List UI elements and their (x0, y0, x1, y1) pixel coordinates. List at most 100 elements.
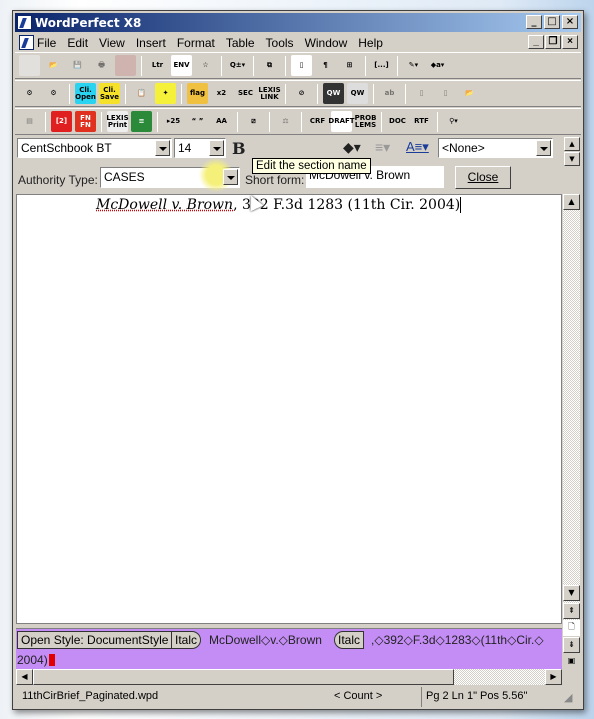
lexis-link-icon[interactable]: LEXIS LINK (258, 83, 280, 104)
menu-edit[interactable]: Edit (67, 36, 88, 50)
star-icon[interactable]: ☆ (195, 55, 216, 76)
font-size-select[interactable]: 14 (174, 138, 226, 158)
footnote-icon[interactable]: [2] (51, 111, 72, 132)
insert-page-icon[interactable]: ⊞ (339, 55, 360, 76)
italic-off-code[interactable]: Italc (334, 631, 365, 649)
draft-icon[interactable]: DRAFT (328, 111, 355, 132)
menu-table[interactable]: Table (226, 36, 255, 50)
save-icon[interactable]: 💾 (67, 55, 88, 76)
open-folder-icon[interactable]: 📂 (43, 55, 64, 76)
qw-icon[interactable]: QW (323, 83, 344, 104)
menu-view[interactable]: View (99, 36, 125, 50)
ab-icon[interactable]: ab (379, 83, 400, 104)
close-window-button[interactable]: × (562, 15, 578, 29)
scroll-up-arrow[interactable]: ▲ (563, 194, 580, 210)
reveal-codes-pane[interactable]: Open Style: DocumentStyle Italc McDowell… (16, 628, 562, 669)
compare-icon[interactable]: ⧄ (243, 111, 264, 132)
chevron-down-icon[interactable] (155, 140, 170, 156)
justify-button[interactable]: ≡▾ (375, 139, 390, 156)
doc-export-icon[interactable]: DOC (387, 111, 408, 132)
folder-export-icon[interactable]: 📂 (459, 83, 480, 104)
new-doc-icon[interactable] (19, 55, 40, 76)
menu-window[interactable]: Window (305, 36, 348, 50)
scroll-down-arrow[interactable]: ▼ (563, 585, 580, 601)
page-view-icon[interactable]: ⧉ (259, 55, 280, 76)
chevron-down-icon[interactable] (223, 169, 238, 185)
doc-restore-button[interactable]: ❐ (545, 35, 561, 49)
scroll-right-arrow[interactable]: ▶ (545, 669, 562, 685)
chevron-down-icon[interactable] (536, 140, 551, 156)
book-icon[interactable]: ▤ (19, 111, 40, 132)
scales-icon[interactable]: ⚖ (275, 111, 296, 132)
fax-icon[interactable] (115, 55, 136, 76)
lexis-print-icon[interactable]: LEXIS Print (106, 111, 129, 132)
bracket-icon[interactable]: [...] (371, 55, 392, 76)
clipboard-icon[interactable]: 📋 (131, 83, 152, 104)
menu-help[interactable]: Help (358, 36, 383, 50)
doc2-icon[interactable]: ▯ (435, 83, 456, 104)
next-page-button[interactable]: ⇟ (563, 637, 580, 653)
minimize-button[interactable]: _ (526, 15, 542, 29)
horizontal-scroll-thumb[interactable] (33, 669, 454, 685)
document-icon[interactable] (19, 35, 34, 50)
highlight-icon[interactable]: ✎▾ (403, 55, 424, 76)
menu-insert[interactable]: Insert (136, 36, 166, 50)
aa-icon[interactable]: AA (211, 111, 232, 132)
cli-open-icon[interactable]: Cli. Open (75, 83, 96, 104)
resize-grip-icon[interactable]: ◢ (564, 691, 572, 704)
flag-icon[interactable]: flag (187, 83, 208, 104)
fn-fn-icon[interactable]: FN FN (75, 111, 96, 132)
document-area[interactable]: McDowell v. Brown, 392 F.3d 1283 (11th C… (16, 194, 562, 624)
print-icon[interactable]: 🖶 (91, 55, 112, 76)
reveal-codes-toggle-icon[interactable]: ▣ (563, 654, 580, 670)
problems-icon[interactable]: PROB LEMS (355, 111, 377, 132)
status-count[interactable]: < Count > (334, 690, 382, 702)
cli-save-icon[interactable]: Cli. Save (99, 83, 120, 104)
zoom-icon[interactable]: Q±▾ (227, 55, 248, 76)
open-style-code[interactable]: Open Style: DocumentStyle (17, 631, 173, 649)
page-border-icon[interactable]: ▯ (291, 55, 312, 76)
text-style-button[interactable]: A≡▾ (406, 139, 429, 155)
doc-close-button[interactable]: × (562, 35, 578, 49)
scroll-up-toolbar-button[interactable]: ▲ (564, 137, 580, 151)
italic-on-code[interactable]: Italc (171, 631, 202, 649)
template2-icon[interactable]: ⚙ (43, 83, 64, 104)
style-select[interactable]: <None> (438, 138, 553, 158)
qw-ok-icon[interactable]: QW (347, 83, 368, 104)
section-icon[interactable]: SEC (235, 83, 256, 104)
scroll-down-toolbar-button[interactable]: ▼ (564, 152, 580, 166)
section-25-icon[interactable]: ▸25 (163, 111, 184, 132)
toc-icon[interactable]: x2 (211, 83, 232, 104)
menu-tools[interactable]: Tools (266, 36, 294, 50)
status-position[interactable]: Pg 2 Ln 1" Pos 5.56" (426, 690, 527, 702)
letter-icon[interactable]: Ltr (147, 55, 168, 76)
bold-button[interactable]: B (232, 139, 246, 158)
page-icon[interactable]: 🗋 (563, 620, 580, 636)
fill-color-button[interactable]: ◆▾ (343, 139, 361, 156)
previous-page-button[interactable]: ⇞ (563, 603, 580, 619)
chevron-down-icon[interactable] (209, 140, 224, 156)
quotes-icon[interactable]: “ ” (187, 111, 208, 132)
fill-icon[interactable]: ◆a▾ (427, 55, 448, 76)
rocket-icon[interactable]: ⚲▾ (443, 111, 464, 132)
maximize-button[interactable]: □ (544, 15, 560, 29)
vertical-scrollbar[interactable]: ▲ ▼ ⇞ 🗋 ⇟ ▣ (563, 194, 580, 670)
envelope-icon[interactable]: ENV (171, 55, 192, 76)
authority-type-select[interactable]: CASES (100, 158, 240, 192)
doc-minimize-button[interactable]: _ (528, 35, 544, 49)
green-form-icon[interactable]: ≡ (131, 111, 152, 132)
rtf-export-icon[interactable]: RTF (411, 111, 432, 132)
no-icon[interactable]: ⊘ (291, 83, 312, 104)
close-button[interactable]: Close (455, 166, 511, 189)
menu-format[interactable]: Format (177, 36, 215, 50)
font-face-select[interactable]: CentSchbook BT (17, 138, 172, 158)
horizontal-scrollbar[interactable]: ◀ ▶ (16, 669, 562, 685)
template-icon[interactable]: ⚙ (19, 83, 40, 104)
crf-icon[interactable]: CRF (307, 111, 328, 132)
scroll-left-arrow[interactable]: ◀ (16, 669, 33, 685)
doc1-icon[interactable]: ▯ (411, 83, 432, 104)
paragraph-icon[interactable]: ¶ (315, 55, 336, 76)
tool-icon[interactable]: ✦ (155, 83, 176, 104)
wordperfect-app-icon[interactable] (17, 15, 32, 30)
menu-file[interactable]: File (37, 36, 56, 50)
